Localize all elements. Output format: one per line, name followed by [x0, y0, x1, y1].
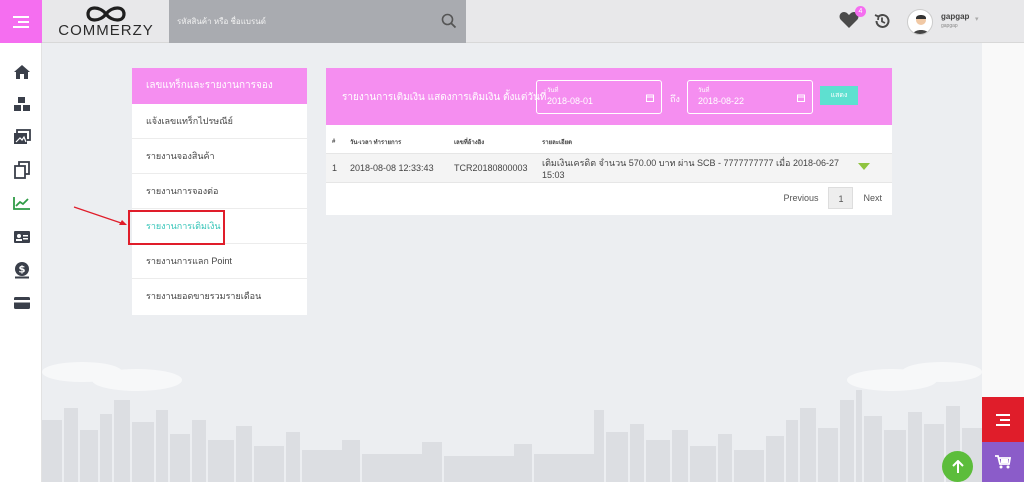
from-date-field[interactable]: วันที่ 2018-08-01	[536, 80, 662, 114]
menu-item-tracking[interactable]: แจ้งเลขแทร็กไปรษณีย์	[132, 104, 307, 139]
report-menu-title: เลขแทร็กและรายงานการจอง	[132, 68, 307, 104]
row-no: 1	[332, 162, 338, 173]
report-title: รายงานการเติมเงิน แสดงการเติมเงิน ตั้งแต…	[342, 92, 547, 103]
expand-triangle-icon[interactable]	[858, 162, 870, 171]
annotation-highlight-box	[128, 210, 225, 245]
to-date-value: 2018-08-22	[698, 96, 745, 106]
to-label: ถึง	[670, 94, 680, 104]
menu-toggle-button[interactable]	[0, 0, 42, 43]
avatar[interactable]	[907, 9, 933, 35]
icon-sidebar: $	[0, 43, 42, 482]
logo-text: COMMERZY	[58, 22, 154, 39]
topup-table: # วัน-เวลา ทำรายการ เลขที่อ้างอิง รายละเ…	[326, 125, 892, 183]
top-bar: COMMERZY 4 gapgap gapgap ▾	[0, 0, 1024, 43]
list-icon	[996, 413, 1010, 426]
annotation-arrow	[73, 206, 127, 225]
sidebar-item-reports[interactable]	[13, 194, 31, 212]
logo[interactable]: COMMERZY	[58, 4, 154, 40]
boxes-icon	[14, 97, 30, 111]
search-icon[interactable]	[441, 13, 457, 29]
history-icon	[874, 13, 890, 28]
show-button[interactable]: แสดง	[820, 86, 858, 105]
menu-item-monthly-sales[interactable]: รายงานยอดขายรวมรายเดือน	[132, 279, 307, 314]
table-header-row: # วัน-เวลา ทำรายการ เลขที่อ้างอิง รายละเ…	[326, 125, 892, 153]
report-filter-bar: รายงานการเติมเงิน แสดงการเติมเงิน ตั้งแต…	[326, 68, 892, 125]
table-row: 1 2018-08-08 12:33:43 TCR20180800003 เติ…	[326, 153, 892, 182]
skyline-illustration	[42, 362, 982, 482]
cart-float-button[interactable]	[982, 442, 1024, 482]
arrow-up-icon	[951, 459, 964, 473]
menu-item-product-booking[interactable]: รายงานจองสินค้า	[132, 139, 307, 174]
column-header-no: #	[332, 138, 336, 145]
money-icon: $	[15, 262, 29, 279]
images-icon	[14, 129, 31, 144]
calendar-icon	[797, 94, 805, 102]
pagination-previous[interactable]: Previous	[773, 187, 828, 209]
column-header-detail: รายละเอียด	[542, 139, 573, 146]
home-icon	[14, 65, 30, 79]
user-avatar-icon	[912, 15, 930, 34]
wishlist-count-badge: 4	[855, 6, 866, 17]
sidebar-item-home[interactable]	[13, 63, 31, 81]
infinity-logo-icon	[86, 6, 126, 22]
sidebar-item-cards[interactable]	[13, 294, 31, 312]
row-reference: TCR20180800003	[454, 162, 528, 173]
chevron-down-icon[interactable]: ▾	[975, 15, 979, 23]
menu-icon	[13, 13, 29, 31]
row-detail: เติมเงินเครดิต จำนวน 570.00 บาท ผ่าน SCB…	[542, 157, 839, 180]
menu-item-booking-continue[interactable]: รายงานการจองต่อ	[132, 174, 307, 209]
user-subtitle: gapgap	[941, 23, 958, 29]
history-button[interactable]	[873, 12, 891, 35]
search-bar	[169, 0, 466, 43]
wishlist-button[interactable]: 4	[839, 6, 866, 34]
calendar-icon	[646, 94, 654, 102]
to-date-label: วันที่	[698, 88, 710, 94]
row-datetime: 2018-08-08 12:33:43	[350, 162, 434, 173]
search-input[interactable]	[169, 0, 429, 43]
topup-report-panel: รายงานการเติมเงิน แสดงการเติมเงิน ตั้งแต…	[326, 68, 892, 215]
line-chart-icon	[13, 197, 30, 210]
id-card-icon	[14, 231, 30, 243]
from-date-value: 2018-08-01	[547, 96, 594, 106]
sidebar-item-payments[interactable]: $	[13, 261, 31, 279]
sidebar-item-contacts[interactable]	[13, 228, 31, 246]
column-header-reference: เลขที่อ้างอิง	[454, 139, 485, 146]
scroll-top-button[interactable]	[942, 451, 973, 482]
credit-card-icon	[14, 297, 30, 309]
menu-item-point-exchange[interactable]: รายงานการแลก Point	[132, 244, 307, 279]
sidebar-item-gallery[interactable]	[13, 128, 31, 146]
report-menu-card: เลขแทร็กและรายงานการจอง แจ้งเลขแทร็กไปรษ…	[132, 68, 307, 315]
cart-icon	[995, 455, 1011, 469]
from-date-label: วันที่	[547, 88, 559, 94]
user-name[interactable]: gapgap	[941, 12, 969, 21]
sidebar-item-products[interactable]	[13, 95, 31, 113]
sidebar-item-documents[interactable]	[13, 161, 31, 179]
pagination-page-current[interactable]: 1	[828, 187, 854, 209]
to-date-field[interactable]: วันที่ 2018-08-22	[687, 80, 813, 114]
copy-icon	[14, 161, 30, 179]
column-header-datetime: วัน-เวลา ทำรายการ	[350, 139, 402, 146]
svg-text:$: $	[19, 265, 26, 276]
pagination: Previous 1 Next	[773, 187, 892, 209]
pagination-next[interactable]: Next	[853, 187, 892, 209]
list-float-button[interactable]	[982, 397, 1024, 442]
